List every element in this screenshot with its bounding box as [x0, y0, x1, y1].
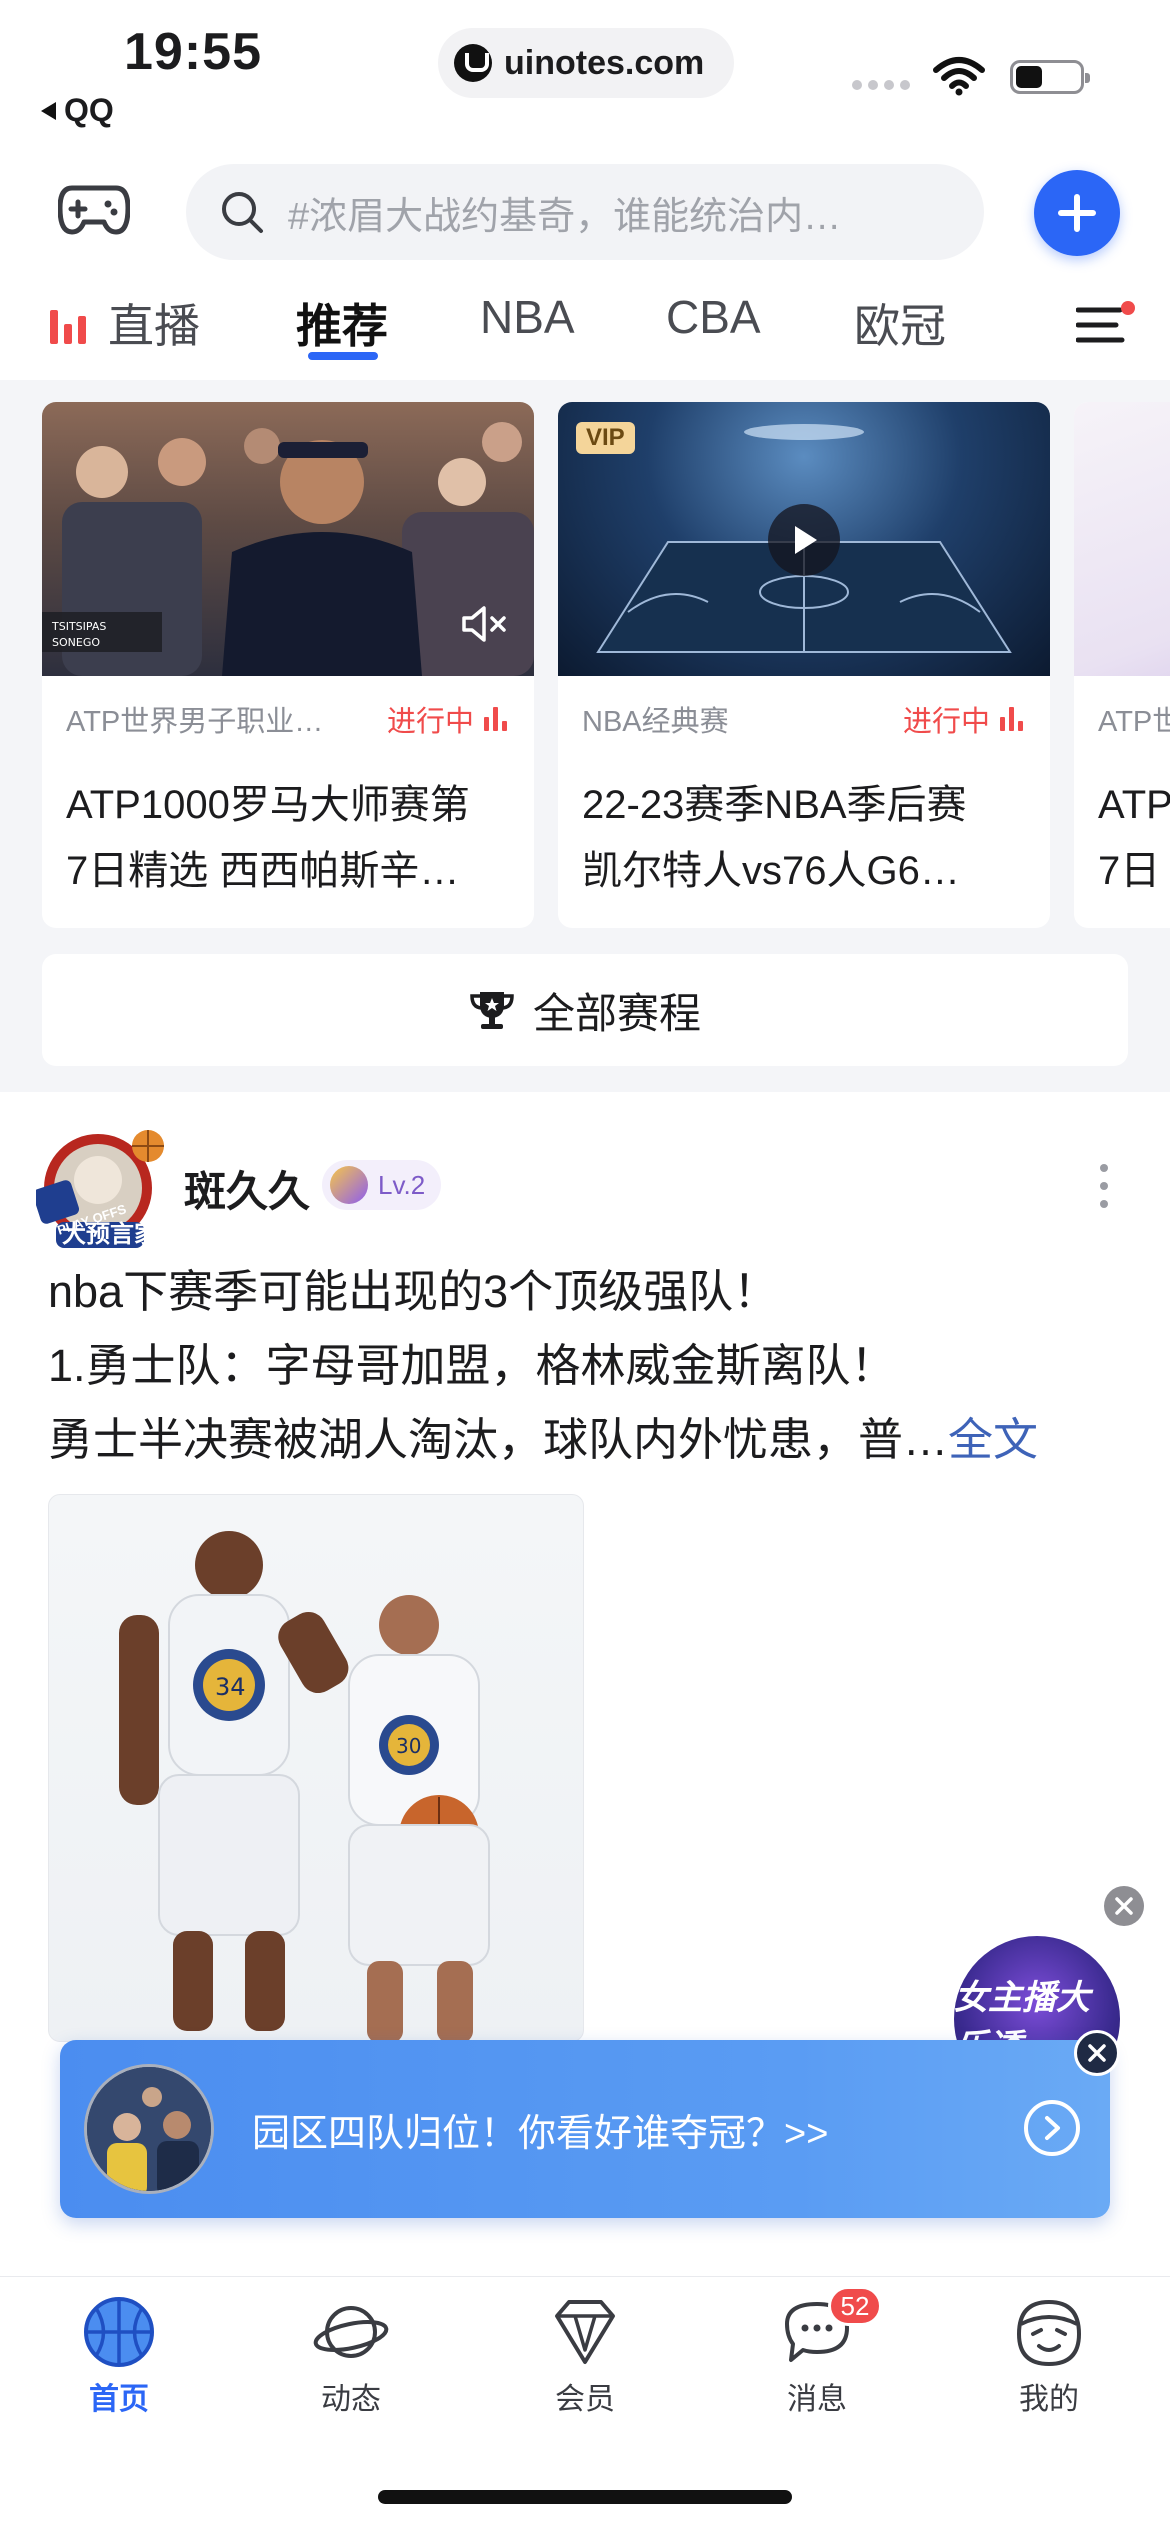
basketball-icon — [84, 2297, 154, 2367]
live-status-badge: 进行中 — [903, 698, 1026, 740]
unread-badge: 52 — [828, 2286, 882, 2326]
plus-icon — [1058, 194, 1096, 232]
post-username[interactable]: 斑久久 — [184, 1158, 310, 1219]
match-card[interactable]: ATP世 ATP 7日 — [1074, 402, 1170, 928]
banner-text: 园区四队归位！你看好谁夺冠？>> — [252, 2113, 829, 2155]
post-text-line[interactable]: nba下赛季可能出现的3个顶级强队！ — [48, 1254, 1128, 1330]
live-bars-icon — [1000, 707, 1026, 731]
level-badge: Lv.2 — [322, 1160, 442, 1210]
match-title: ATP1000罗马大师赛第 7日精选 西西帕斯辛… — [66, 783, 470, 893]
banner-close-button[interactable] — [1074, 2030, 1120, 2076]
search-input[interactable]: #浓眉大战约基奇，谁能统治内… — [186, 164, 984, 260]
home-indicator — [378, 2490, 792, 2504]
url-pill[interactable]: uinotes.com — [438, 28, 734, 98]
back-app-label: QQ — [64, 92, 114, 128]
diamond-icon — [555, 2300, 615, 2364]
match-title: ATP 7日 — [1098, 783, 1170, 893]
match-thumbnail: VIP — [558, 402, 1050, 676]
read-more-link[interactable]: 全文 — [948, 1414, 1038, 1465]
vip-badge: VIP — [576, 422, 635, 454]
nav-feed-label: 动态 — [321, 2383, 381, 2416]
url-text: uinotes.com — [504, 43, 705, 82]
mute-icon[interactable] — [460, 602, 508, 646]
tab-nba[interactable]: NBA — [480, 290, 575, 344]
match-category: NBA经典赛 — [582, 706, 729, 738]
match-category: ATP世界男子职业… — [66, 706, 324, 738]
post-text-line[interactable]: 勇士半决赛被湖人淘汰，球队内外忧患，普…全文 — [48, 1402, 1128, 1478]
live-status-badge: 进行中 — [387, 698, 510, 740]
tab-cba[interactable]: CBA — [666, 290, 761, 344]
post-text-line[interactable]: 1.勇士队：字母哥加盟，格林威金斯离队！ — [48, 1328, 1128, 1404]
tab-recommend[interactable]: 推荐 — [296, 290, 388, 356]
level-icon — [330, 1166, 368, 1204]
status-time: 19:55 — [124, 23, 262, 81]
live-bars-icon — [484, 707, 510, 731]
site-logo-icon — [454, 44, 492, 82]
more-options-icon[interactable] — [1094, 1164, 1114, 1208]
play-icon — [795, 526, 817, 554]
planet-icon — [313, 2306, 389, 2358]
trophy-icon — [470, 992, 514, 1029]
players-photo: 34 30 — [119, 1531, 490, 2041]
float-widget-close-button[interactable] — [1104, 1886, 1144, 1926]
profile-face-icon — [1016, 2299, 1082, 2367]
back-to-app-button[interactable]: QQ — [38, 92, 114, 129]
active-tab-indicator — [308, 352, 378, 360]
gamepad-icon[interactable] — [58, 178, 130, 238]
tab-menu-icon[interactable] — [1076, 300, 1136, 350]
nav-messages[interactable]: 52 消息 — [742, 2286, 892, 2418]
nav-home[interactable]: 首页 — [44, 2294, 194, 2418]
nav-membership-label: 会员 — [555, 2383, 615, 2416]
back-triangle-icon — [41, 101, 56, 120]
all-schedule-label: 全部赛程 — [532, 989, 701, 1037]
category-tabs: 直播 推荐 NBA CBA 欧冠 — [0, 280, 1170, 378]
svg-text:TSITSIPAS: TSITSIPAS — [51, 620, 106, 633]
svg-text:30: 30 — [396, 1734, 421, 1758]
match-thumbnail — [1074, 402, 1170, 676]
match-thumbnail: TSITSIPAS SONEGO — [42, 402, 534, 676]
search-icon — [222, 192, 263, 233]
battery-icon — [1010, 60, 1090, 94]
avatar-frame-label: 大预言家 — [62, 1221, 158, 1248]
cellular-signal-icon — [852, 80, 910, 90]
close-icon — [1088, 2044, 1106, 2062]
tab-champions-league[interactable]: 欧冠 — [854, 290, 946, 356]
create-post-button[interactable] — [1034, 170, 1120, 256]
nav-profile[interactable]: 我的 — [974, 2294, 1124, 2418]
chevron-right-icon[interactable] — [1024, 2100, 1080, 2156]
nav-feed[interactable]: 动态 — [276, 2294, 426, 2418]
nav-profile-label: 我的 — [1019, 2383, 1079, 2416]
play-button[interactable] — [768, 504, 840, 576]
wifi-icon — [933, 57, 985, 96]
match-card[interactable]: TSITSIPAS SONEGO ATP世界男子职业… 进行中 ATP1000罗… — [42, 402, 534, 928]
nav-membership[interactable]: 会员 — [510, 2294, 660, 2418]
level-text: Lv.2 — [378, 1169, 426, 1200]
svg-text:34: 34 — [215, 1673, 246, 1701]
search-placeholder: #浓眉大战约基奇，谁能统治内… — [288, 195, 842, 238]
tab-live-label: 直播 — [108, 300, 200, 352]
nav-home-label: 首页 — [89, 2383, 149, 2416]
all-schedule-button[interactable]: 全部赛程 — [42, 954, 1128, 1066]
match-category: ATP世 — [1098, 706, 1170, 738]
tab-live[interactable]: 直播 — [50, 290, 200, 356]
match-title: 22-23赛季NBA季后赛 凯尔特人vs76人G6… — [582, 783, 967, 893]
post-image[interactable]: 34 30 — [48, 1494, 584, 2042]
nav-messages-label: 消息 — [787, 2383, 847, 2416]
live-bars-icon — [50, 310, 88, 344]
close-icon — [1115, 1897, 1133, 1915]
match-card[interactable]: VIP NBA经典赛 进行中 22-23赛季NBA季后赛 凯尔特人vs76人G6… — [558, 402, 1050, 928]
svg-text:SONEGO: SONEGO — [52, 636, 100, 649]
banner-thumbnail — [84, 2064, 214, 2194]
